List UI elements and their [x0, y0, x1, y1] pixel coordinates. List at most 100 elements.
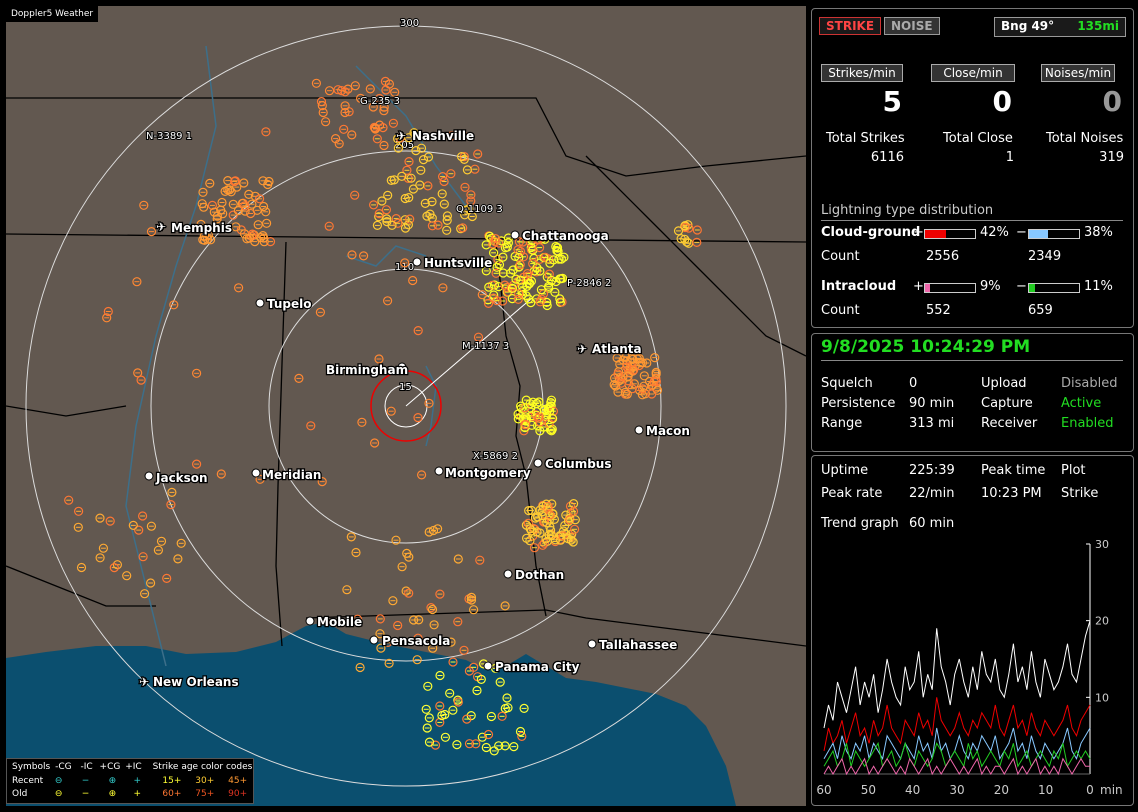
noise-button[interactable]: NOISE	[884, 17, 940, 35]
settings-panel: 9/8/2025 10:24:29 PM Squelch 0 Upload Di…	[811, 333, 1134, 452]
trend-lines	[823, 620, 1091, 776]
city-label: New Orleans	[153, 675, 239, 689]
city-dot-icon	[251, 468, 261, 478]
city-dot-icon	[483, 661, 493, 671]
city-label: Panama City	[495, 660, 580, 674]
close-per-min-header: Close/min	[931, 64, 1015, 82]
ic-negative-pct: 11%	[1084, 279, 1113, 294]
plot-label: Plot	[1061, 463, 1086, 478]
peak-rate-value: 22/min	[909, 486, 955, 501]
strikes-per-min-value: 5	[882, 85, 902, 118]
city-montgomery: Montgomery	[434, 465, 532, 481]
x-tick-label: 30	[949, 783, 964, 797]
capture-value[interactable]: Active	[1061, 396, 1101, 411]
x-tick-label: 20	[994, 783, 1009, 797]
bearing-display: Bng 49° 135mi	[994, 17, 1126, 37]
plus-sign: +	[913, 225, 924, 240]
city-dot-icon	[144, 471, 154, 481]
peak-time-value: 10:23 PM	[981, 486, 1042, 501]
upload-label: Upload	[981, 376, 1027, 391]
x-tick-label: 0	[1086, 783, 1094, 797]
city-label: Pensacola	[382, 634, 450, 648]
neg-ic-icon: −	[81, 789, 90, 799]
cell-label[interactable]: X-5869 2	[472, 450, 519, 463]
ic-positive-count: 552	[926, 303, 951, 318]
count-label: Count	[821, 249, 860, 264]
persistence-label: Persistence	[821, 396, 896, 411]
airport-icon: ✈	[396, 129, 406, 143]
noises-per-min-value: 0	[1102, 85, 1122, 118]
distribution-title: Lightning type distribution	[821, 203, 994, 218]
cg-positive-pct: 42%	[980, 225, 1009, 240]
city-label: Huntsville	[424, 256, 492, 270]
neg-ic-icon: −	[81, 776, 90, 786]
city-birmingham: Birmingham	[325, 362, 410, 379]
ring-label-15: 15	[399, 382, 412, 393]
legend-header: Symbols -CG -IC +CG +IC Strike age color…	[12, 762, 253, 772]
cell-label[interactable]: G-235 3	[359, 95, 401, 108]
minus-sign: −	[1016, 279, 1027, 294]
cg-positive-bar	[924, 229, 976, 239]
noises-per-min-header: Noises/min	[1041, 64, 1115, 82]
upload-value[interactable]: Disabled	[1061, 376, 1117, 391]
ic-negative-count: 659	[1028, 303, 1053, 318]
trend-chart: 30 20 10 60 50 40 30 20 10 0 min	[816, 538, 1122, 797]
strike-button[interactable]: STRIKE	[819, 17, 882, 35]
strikes-per-min-header: Strikes/min	[821, 64, 903, 82]
x-tick-label: 40	[905, 783, 920, 797]
map-canvas[interactable]: 300 205 110 15 G-235 3 N-3389 1 Q-1109 3…	[5, 6, 807, 806]
trend-series-0	[823, 620, 1091, 729]
plot-value[interactable]: Strike	[1061, 486, 1098, 501]
datetime-display: 9/8/2025 10:24:29 PM	[821, 337, 1031, 357]
city-dot-icon	[412, 257, 422, 267]
city-dot-icon	[533, 458, 543, 468]
peak-rate-label: Peak rate	[821, 486, 883, 501]
trend-graph-label: Trend graph	[821, 516, 899, 531]
trend-panel: Uptime 225:39 Peak time Plot Peak rate 2…	[811, 455, 1134, 806]
city-dot-icon	[634, 425, 644, 435]
airport-icon: ✈	[577, 342, 587, 356]
range-value[interactable]: 313 mi	[909, 416, 954, 431]
bar-cg-neg-fill	[1029, 230, 1048, 238]
cell-label[interactable]: P-2846 2	[566, 277, 612, 290]
city-label: Columbus	[545, 457, 612, 471]
squelch-value[interactable]: 0	[909, 376, 917, 391]
lightning-map[interactable]: 300 205 110 15 G-235 3 N-3389 1 Q-1109 3…	[5, 6, 807, 806]
range-label: Range	[821, 416, 863, 431]
cell-label[interactable]: M-1137 3	[461, 340, 510, 353]
airport-icon: ✈	[156, 220, 166, 234]
pos-ic-icon: +	[133, 776, 142, 786]
total-close-label: Total Close	[943, 131, 1013, 146]
plus-sign: +	[913, 279, 924, 294]
pos-cg-icon: ⊕	[108, 776, 117, 786]
city-label: Tallahassee	[599, 638, 677, 652]
total-close-value: 1	[1005, 150, 1014, 165]
airport-icon: ✈	[139, 675, 149, 689]
squelch-label: Squelch	[821, 376, 873, 391]
y-tick-label: 20	[1095, 615, 1109, 628]
cell-label[interactable]: N-3389 1	[145, 130, 193, 143]
symbol-legend: Symbols -CG -IC +CG +IC Strike age color…	[6, 758, 254, 804]
city-atlanta: ✈ Atlanta	[576, 341, 643, 358]
bar-cg-pos-fill	[925, 230, 946, 238]
bar-ic-neg-fill	[1029, 284, 1035, 292]
cg-negative-bar	[1028, 229, 1080, 239]
city-tallahassee: Tallahassee	[587, 637, 679, 653]
close-per-min-value: 0	[992, 85, 1012, 118]
city-dot-icon	[369, 635, 379, 645]
receiver-value[interactable]: Enabled	[1061, 416, 1114, 431]
persistence-value[interactable]: 90 min	[909, 396, 954, 411]
cell-label[interactable]: Q-1109 3	[455, 203, 504, 216]
cg-negative-count: 2349	[1028, 249, 1062, 264]
uptime-label: Uptime	[821, 463, 869, 478]
trend-series-3	[823, 741, 1091, 768]
trend-graph-value[interactable]: 60 min	[909, 516, 954, 531]
city-dot-icon	[255, 298, 265, 308]
x-tick-label: 60	[816, 783, 831, 797]
ic-negative-bar	[1028, 283, 1080, 293]
city-label: Meridian	[262, 468, 321, 482]
y-tick-label: 10	[1095, 691, 1109, 704]
app-title: Doppler5 Weather	[6, 6, 99, 22]
total-strikes-label: Total Strikes	[826, 131, 905, 146]
city-dot-icon	[503, 569, 513, 579]
